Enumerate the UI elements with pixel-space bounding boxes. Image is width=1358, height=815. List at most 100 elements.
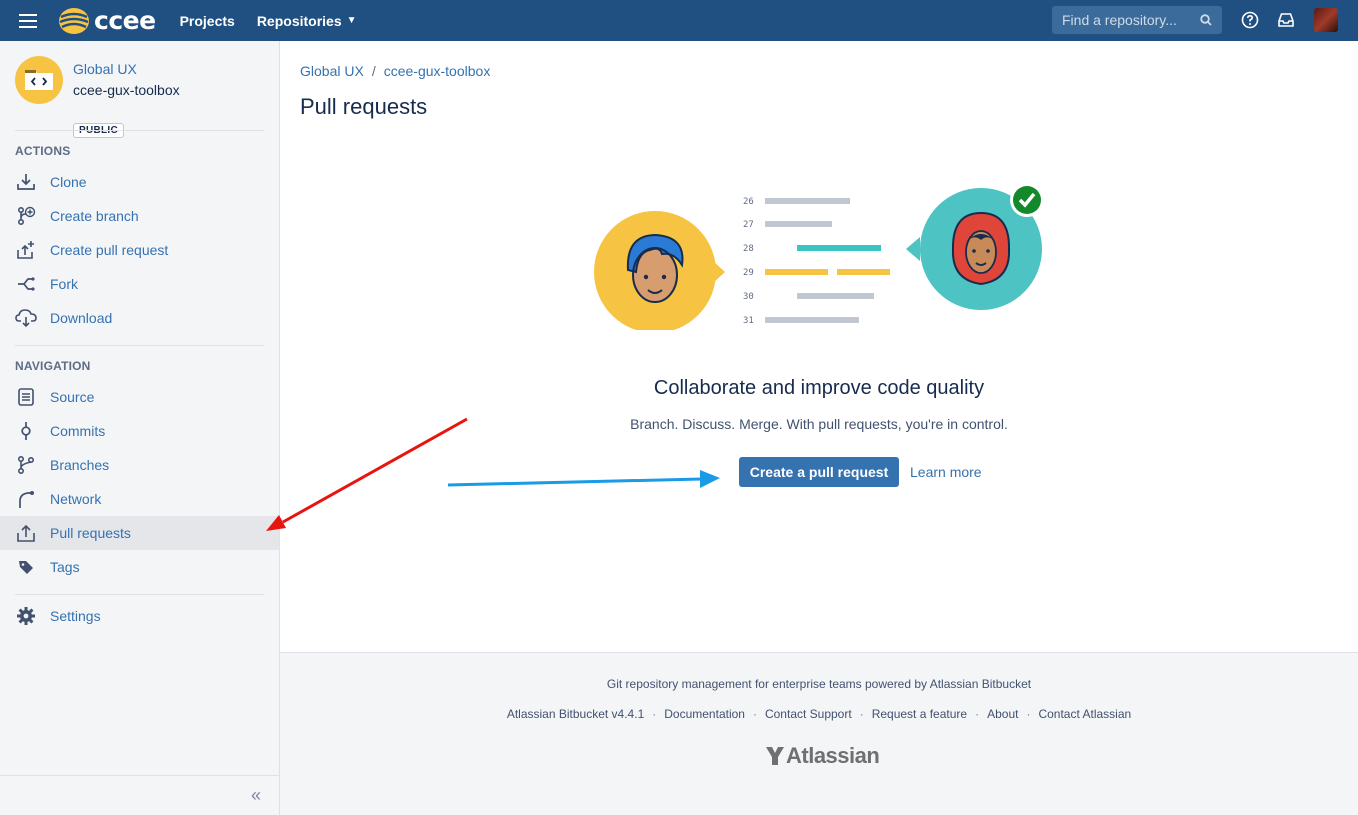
breadcrumb-project-link[interactable]: Global UX [300,63,364,79]
sidebar-item-commits[interactable]: Commits [0,414,279,448]
sidebar-divider [15,130,264,131]
code-line-number-28: 28 [743,244,754,254]
footer-links: Atlassian Bitbucket v4.4.1 · Documentation… [280,707,1358,721]
chevron-down-icon: ▼ [346,15,357,26]
pull-request-plus-icon [15,239,37,261]
sidebar-item-settings[interactable]: Settings [0,599,279,633]
sidebar-item-label: Fork [50,276,78,292]
sidebar-item-pull-requests[interactable]: Pull requests [0,516,279,550]
top-navigation-bar: ccee Projects Repositories ▼ Find a repo… [0,0,1358,41]
user-avatar[interactable] [1314,8,1338,32]
inbox-button[interactable] [1276,10,1296,30]
learn-more-link[interactable]: Learn more [910,464,982,480]
search-icon [1200,14,1212,26]
code-line-number-29: 29 [743,268,754,278]
sidebar-item-label: Settings [50,608,101,624]
actions-section-title: ACTIONS [15,144,71,158]
collapse-sidebar-icon[interactable]: « [251,785,261,806]
cloud-download-icon [15,307,37,329]
code-line-number-27: 27 [743,220,754,230]
sidebar-item-create-pull-request[interactable]: Create pull request [0,233,279,267]
sidebar-item-label: Source [50,389,95,405]
pull-request-icon [15,522,37,544]
red-annotation-arrow [266,417,468,531]
sidebar-item-label: Commits [50,423,106,439]
breadcrumb-separator: / [371,63,376,79]
nav-repositories-label: Repositories [256,12,342,29]
source-icon [15,386,37,408]
footer-link-contact-support[interactable]: Contact Support [765,707,852,721]
sidebar-item-label: Create branch [50,208,139,224]
gear-icon [15,605,37,627]
sidebar-item-label: Network [50,491,102,507]
sidebar-item-label: Clone [50,174,87,190]
footer-separator: · [859,707,864,721]
footer-link-about[interactable]: About [987,707,1018,721]
page-footer: Git repository management for enterprise… [280,652,1358,815]
approved-check-icon [1010,183,1044,217]
sidebar-item-download[interactable]: Download [0,301,279,335]
sidebar-item-label: Pull requests [50,525,131,541]
sun-logo-icon [59,7,89,34]
tag-icon [15,556,37,578]
atlassian-logo-icon [766,747,784,765]
logo-text: ccee [94,6,156,35]
code-folder-icon [25,70,53,90]
hamburger-icon [19,13,37,28]
footer-link-request-feature[interactable]: Request a feature [872,707,967,721]
reviewer-avatar-right [951,211,1011,286]
footer-tagline: Git repository management for enterprise… [606,677,1032,691]
sidebar-divider [15,345,264,346]
branch-plus-icon [15,205,37,227]
navigation-section-title: NAVIGATION [15,359,91,373]
footer-separator: · [752,707,757,721]
sidebar-item-tags[interactable]: Tags [0,550,279,584]
branch-icon [15,454,37,476]
footer-separator: · [975,707,980,721]
inbox-icon [1278,13,1294,27]
developer-avatar-left [626,233,684,303]
sidebar: Global UX ccee-gux-toolbox PUBLIC ACTION… [0,41,280,815]
sidebar-item-clone[interactable]: Clone [0,165,279,199]
code-line-number-31: 31 [743,316,754,326]
repository-avatar [15,56,63,104]
footer-link-version[interactable]: Atlassian Bitbucket v4.4.1 [507,707,644,721]
repository-search-input[interactable]: Find a repository... [1052,6,1222,34]
download-icon [15,171,37,193]
sidebar-item-create-branch[interactable]: Create branch [0,199,279,233]
footer-separator: · [652,707,657,721]
empty-state-subtitle: Branch. Discuss. Merge. With pull reques… [630,416,1008,432]
footer-separator: · [1026,707,1031,721]
project-name-link[interactable]: Global UX [73,61,137,77]
hamburger-menu-button[interactable] [0,0,56,41]
sidebar-item-network[interactable]: Network [0,482,279,516]
help-button[interactable] [1240,10,1260,30]
sidebar-divider [15,594,264,595]
commit-icon [15,420,37,442]
atlassian-logo-text: Atlassian [786,743,880,768]
blue-annotation-arrow [447,470,720,488]
code-line-number-26: 26 [743,197,754,207]
sidebar-item-label: Create pull request [50,242,169,258]
pull-request-illustration: 26 27 28 29 30 31 [594,183,1044,330]
atlassian-logo[interactable]: Atlassian [764,743,880,769]
empty-state-title: Collaborate and improve code quality [653,377,985,399]
fork-icon [15,273,37,295]
sidebar-item-label: Tags [50,559,80,575]
sidebar-item-source[interactable]: Source [0,380,279,414]
breadcrumb-repo-link[interactable]: ccee-gux-toolbox [384,63,491,79]
footer-link-documentation[interactable]: Documentation [664,707,745,721]
nav-projects-link[interactable]: Projects [180,13,235,29]
repository-name: ccee-gux-toolbox [73,82,180,98]
create-pull-request-button[interactable]: Create a pull request [739,457,899,487]
sidebar-item-branches[interactable]: Branches [0,448,279,482]
page-title: Pull requests [300,94,428,119]
sidebar-collapse-bar: « [0,775,279,815]
network-icon [15,488,37,510]
sidebar-item-fork[interactable]: Fork [0,267,279,301]
nav-repositories-dropdown[interactable]: Repositories ▼ [257,13,357,29]
app-logo[interactable]: ccee [58,0,156,41]
help-icon [1241,11,1259,29]
breadcrumb: Global UX / ccee-gux-toolbox [300,63,490,79]
footer-link-contact-atlassian[interactable]: Contact Atlassian [1038,707,1131,721]
